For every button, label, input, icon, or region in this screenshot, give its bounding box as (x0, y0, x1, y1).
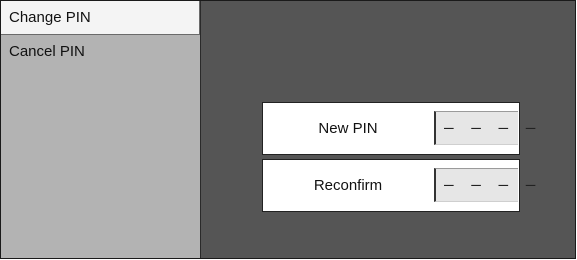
reconfirm-label: Reconfirm (313, 177, 383, 194)
new-pin-row: New PIN – – – – (262, 102, 535, 155)
menu-item-change-pin[interactable]: Change PIN (1, 1, 200, 35)
new-pin-label: New PIN (318, 120, 378, 137)
new-pin-field[interactable]: – – – – (434, 111, 535, 145)
reconfirm-pin-field[interactable]: – – – – (434, 168, 535, 202)
sidebar-menu: Change PIN Cancel PIN (1, 1, 201, 258)
pin-settings-window: Change PIN Cancel PIN New PIN – – – – Re… (0, 0, 576, 259)
reconfirm-pin-row: Reconfirm – – – – (262, 159, 535, 212)
menu-item-cancel-pin[interactable]: Cancel PIN (1, 35, 200, 69)
